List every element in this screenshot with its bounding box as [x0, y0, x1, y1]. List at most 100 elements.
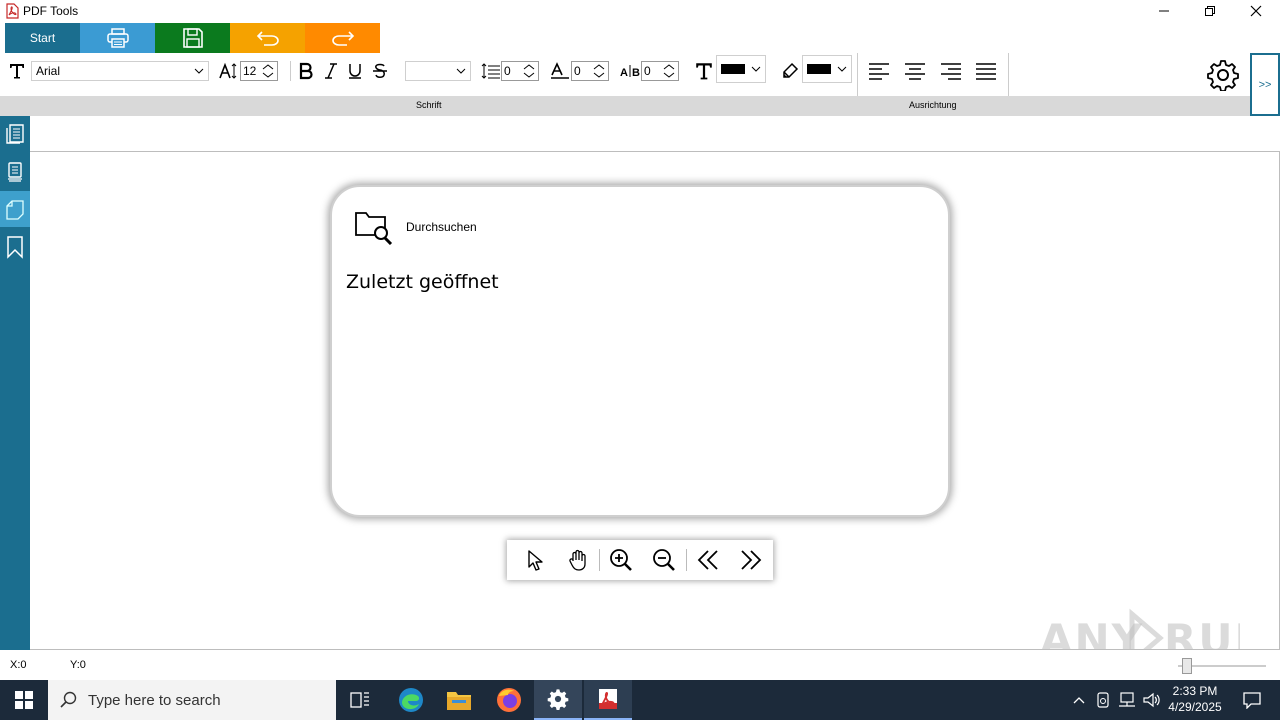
- folder-search-icon: [355, 212, 393, 245]
- floppy-disk-icon: [182, 28, 203, 48]
- char-spacing-value: 0: [644, 64, 651, 78]
- save-button[interactable]: [155, 23, 230, 53]
- highlight-color-icon: [780, 53, 800, 89]
- stepper-arrows-icon: [593, 64, 605, 78]
- chevron-up-icon: [1073, 697, 1085, 704]
- document-pages-icon: [6, 124, 24, 144]
- device-icon: [1097, 692, 1109, 708]
- font-size-value: 12: [243, 64, 257, 78]
- chevron-down-icon: [456, 68, 466, 74]
- task-view-button[interactable]: [336, 680, 384, 720]
- double-chevron-right-icon: [741, 550, 762, 570]
- next-page-button[interactable]: [730, 540, 773, 580]
- notification-icon: [1243, 692, 1261, 709]
- bookmark-icon: [7, 236, 23, 259]
- stepper-arrows-icon: [262, 64, 274, 78]
- font-family-select[interactable]: Arial: [31, 61, 209, 81]
- settings-button[interactable]: [1207, 57, 1239, 93]
- bold-button[interactable]: [298, 53, 314, 89]
- file-explorer-button[interactable]: [435, 680, 483, 720]
- speaker-icon: [1143, 692, 1160, 708]
- svg-text:B: B: [632, 67, 640, 79]
- style-select[interactable]: [405, 61, 471, 81]
- volume-button[interactable]: [1140, 680, 1164, 720]
- undo-arrow-icon: [256, 31, 279, 46]
- start-tab-label: Start: [29, 31, 56, 45]
- chevron-down-icon: [194, 68, 204, 74]
- left-navigation-panel: [0, 116, 30, 650]
- underline-icon: [349, 64, 361, 79]
- align-left-button[interactable]: [868, 53, 890, 89]
- bookmarks-panel-button[interactable]: [0, 229, 30, 265]
- strikethrough-icon: [373, 63, 387, 78]
- gear-icon: [547, 689, 569, 710]
- show-hidden-icons-button[interactable]: [1068, 680, 1090, 720]
- chevron-down-icon: [837, 66, 847, 72]
- close-button[interactable]: [1233, 0, 1279, 22]
- font-size-icon: [219, 53, 239, 89]
- thumbnails-panel-button[interactable]: [0, 154, 30, 190]
- restore-icon: [1205, 6, 1215, 16]
- italic-button[interactable]: [323, 53, 339, 89]
- page-edit-icon: [6, 200, 24, 220]
- align-justify-button[interactable]: [975, 53, 997, 89]
- tray-device-button[interactable]: [1092, 680, 1114, 720]
- align-center-icon: [905, 63, 925, 80]
- char-height-stepper[interactable]: 0: [571, 61, 609, 81]
- start-menu-button[interactable]: [0, 680, 48, 720]
- font-group-label: Schrift: [416, 100, 442, 110]
- collapse-ribbon-button[interactable]: >>: [1250, 53, 1280, 116]
- thumbnails-icon: [8, 162, 22, 182]
- windows-taskbar: Type here to search 2:33 PM 4/29/2025: [0, 680, 1280, 720]
- y-coordinate-readout: Y:0: [70, 659, 86, 671]
- pdf-app-icon: [599, 689, 617, 709]
- align-left-icon: [869, 63, 889, 80]
- restore-button[interactable]: [1187, 0, 1233, 22]
- pan-tool-button[interactable]: [556, 540, 599, 580]
- notifications-button[interactable]: [1232, 680, 1272, 720]
- zoom-out-button[interactable]: [643, 540, 686, 580]
- firefox-button[interactable]: [485, 680, 533, 720]
- edge-browser-button[interactable]: [387, 680, 435, 720]
- pages-panel-button[interactable]: [0, 116, 30, 152]
- status-bar: X:0 Y:0: [0, 650, 1280, 680]
- text-color-picker[interactable]: [716, 55, 766, 83]
- annotations-panel-button[interactable]: [0, 191, 30, 227]
- network-icon: [1119, 692, 1135, 707]
- taskbar-search-box[interactable]: Type here to search: [48, 680, 336, 720]
- zoom-out-icon: [653, 549, 676, 571]
- previous-page-button[interactable]: [687, 540, 730, 580]
- char-spacing-stepper[interactable]: 0: [641, 61, 679, 81]
- alignment-group-label: Ausrichtung: [909, 100, 957, 110]
- zoom-in-button[interactable]: [600, 540, 643, 580]
- font-size-stepper[interactable]: 12: [240, 61, 278, 81]
- strikethrough-button[interactable]: [372, 53, 388, 89]
- edge-browser-icon: [399, 688, 423, 712]
- undo-button[interactable]: [230, 23, 305, 53]
- underline-button[interactable]: [347, 53, 363, 89]
- task-view-icon: [350, 692, 369, 708]
- redo-button[interactable]: [305, 23, 380, 53]
- align-center-button[interactable]: [904, 53, 926, 89]
- network-button[interactable]: [1115, 680, 1139, 720]
- select-tool-button[interactable]: [513, 540, 556, 580]
- highlight-color-swatch: [807, 64, 831, 74]
- minimize-button[interactable]: [1141, 0, 1187, 22]
- highlight-color-picker[interactable]: [802, 55, 852, 83]
- text-tool-button[interactable]: [8, 53, 26, 89]
- clock[interactable]: 2:33 PM 4/29/2025: [1166, 683, 1224, 717]
- zoom-slider-thumb[interactable]: [1182, 658, 1192, 674]
- folder-icon: [447, 692, 471, 710]
- firefox-icon: [497, 688, 521, 712]
- line-spacing-stepper[interactable]: 0: [501, 61, 539, 81]
- start-tab[interactable]: Start: [5, 23, 80, 53]
- divider: [1008, 53, 1009, 97]
- browse-button[interactable]: Durchsuchen: [354, 209, 477, 245]
- align-right-button[interactable]: [940, 53, 962, 89]
- settings-taskbar-button[interactable]: [534, 680, 582, 720]
- pdf-tools-taskbar-button[interactable]: [584, 680, 632, 720]
- quick-access-bar: Start: [5, 23, 380, 53]
- print-button[interactable]: [80, 23, 155, 53]
- char-height-value: 0: [574, 64, 581, 78]
- windows-logo-icon: [15, 691, 33, 709]
